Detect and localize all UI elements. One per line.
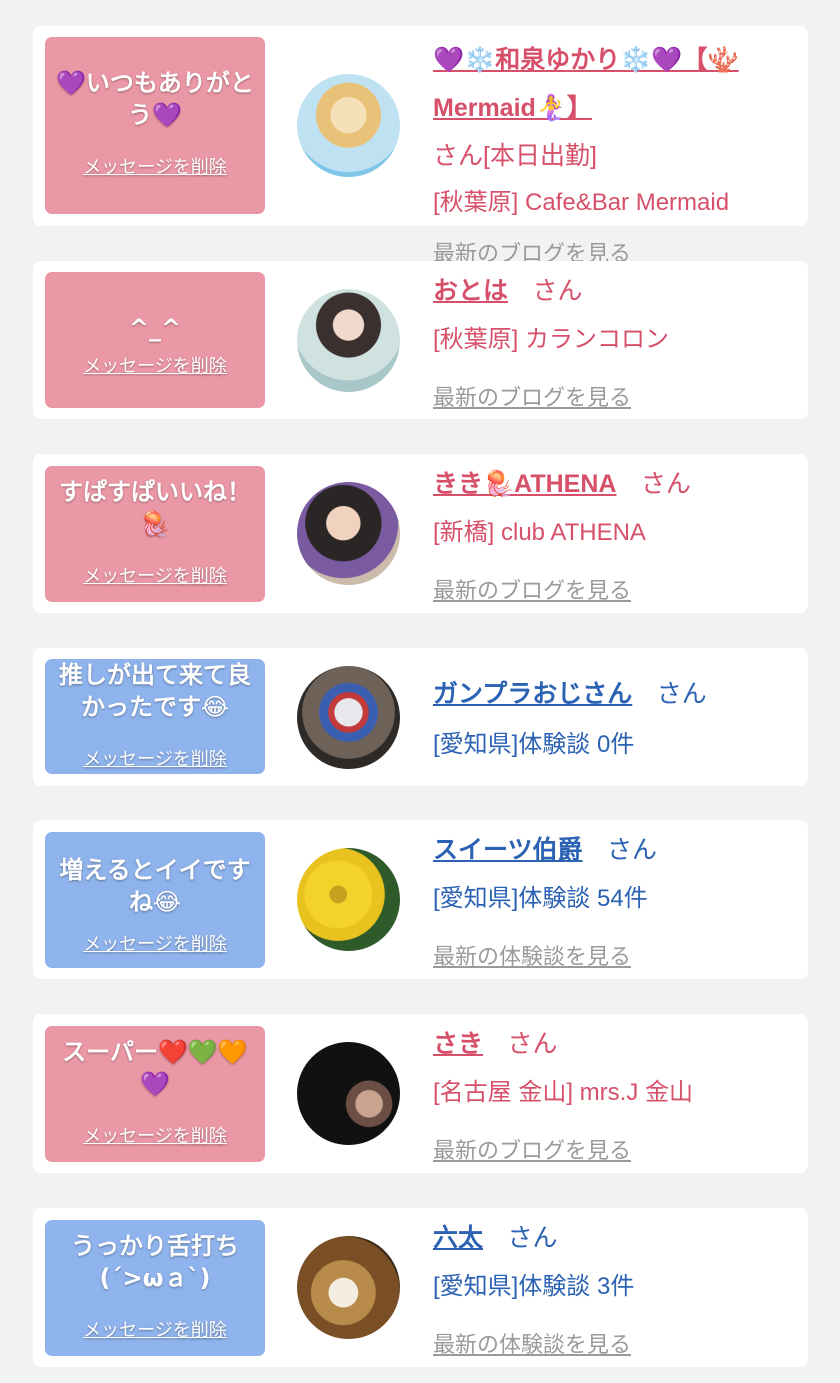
message-text: ^_^ [128,314,182,342]
honorific: さん [532,277,583,305]
message-bubble: 推しが出て来て良かったです😂 メッセージを削除 [45,659,265,774]
avatar[interactable] [297,482,400,585]
user-name-link[interactable]: ガンプラおじさん [433,680,632,708]
user-name-link[interactable]: きき🪼ATHENA [433,470,616,498]
delete-message-link[interactable]: メッセージを削除 [45,745,265,771]
honorific: さん [606,836,657,864]
message-card: スーパー❤️💚🧡💜 メッセージを削除 さき さん [名古屋 金山] mrs.J … [33,1014,808,1173]
avatar[interactable] [297,289,400,392]
delete-message-link[interactable]: メッセージを削除 [45,562,265,588]
honorific: さん [640,470,691,498]
shop-name: [愛知県]体験談 0件 [433,731,635,758]
honorific: さん [507,1224,558,1252]
delete-message-link[interactable]: メッセージを削除 [45,1316,265,1342]
message-bubble: 💜いつもありがとう💜 メッセージを削除 [45,37,265,214]
avatar[interactable] [297,848,400,951]
message-card: 増えるとイイですね😂 メッセージを削除 スイーツ伯爵 さん [愛知県]体験談 5… [33,820,808,979]
user-name-link[interactable]: さき [433,1030,483,1058]
honorific: さん[本日出勤] [433,142,597,170]
delete-message-link[interactable]: メッセージを削除 [45,1122,265,1148]
message-card: すぱすぱいいね！🪼 メッセージを削除 きき🪼ATHENA さん [新橋] clu… [33,454,808,613]
message-card: 推しが出て来て良かったです😂 メッセージを削除 ガンプラおじさん さん [愛知県… [33,648,808,786]
message-text: うっかり舌打ち(´>ωａ`) [71,1232,239,1292]
shop-name: [愛知県]体験談 3件 [433,1273,635,1300]
message-card: 💜いつもありがとう💜 メッセージを削除 💜❄️和泉ゆかり❄️💜【🪸Mermaid… [33,26,808,266]
avatar[interactable] [297,1236,400,1339]
user-name-link[interactable]: おとは [433,277,508,305]
message-card: うっかり舌打ち(´>ωａ`) メッセージを削除 六太 さん [愛知県]体験談 3… [33,1208,808,1367]
shop-name: [秋葉原] カランコロン [433,326,670,353]
shop-name: [名古屋 金山] mrs.J 金山 [433,1079,693,1106]
shop-name: [秋葉原] Cafe&Bar Mermaid [433,189,730,216]
message-text: 💜いつもありがとう💜 [56,69,254,129]
honorific: さん [656,680,707,708]
message-bubble: ^_^ メッセージを削除 [45,272,265,408]
message-text: すぱすぱいいね！🪼 [59,478,251,538]
avatar[interactable] [297,74,400,177]
view-latest-link[interactable]: 最新のブログを見る [433,380,798,412]
view-latest-link[interactable]: 最新の体験談を見る [433,1327,798,1359]
user-name-link[interactable]: 💜❄️和泉ゆかり❄️💜【🪸Mermaid🧜‍♀️】 [433,46,739,122]
message-text: 増えるとイイですね😂 [59,856,251,916]
avatar[interactable] [297,666,400,769]
delete-message-link[interactable]: メッセージを削除 [45,153,265,179]
shop-name: [新橋] club ATHENA [433,519,646,546]
message-bubble: 増えるとイイですね😂 メッセージを削除 [45,832,265,968]
message-bubble: すぱすぱいいね！🪼 メッセージを削除 [45,466,265,602]
view-latest-link[interactable]: 最新のブログを見る [433,1133,798,1165]
message-text: スーパー❤️💚🧡💜 [62,1038,248,1098]
honorific: さん [507,1030,558,1058]
message-bubble: うっかり舌打ち(´>ωａ`) メッセージを削除 [45,1220,265,1356]
view-latest-link[interactable]: 最新の体験談を見る [433,939,798,971]
message-text: 推しが出て来て良かったです😂 [59,661,251,721]
view-latest-link[interactable]: 最新のブログを見る [433,573,798,605]
delete-message-link[interactable]: メッセージを削除 [45,930,265,956]
user-name-link[interactable]: 六太 [433,1224,483,1252]
shop-name: [愛知県]体験談 54件 [433,885,648,912]
user-name-link[interactable]: スイーツ伯爵 [433,836,583,864]
delete-message-link[interactable]: メッセージを削除 [45,352,265,378]
message-bubble: スーパー❤️💚🧡💜 メッセージを削除 [45,1026,265,1162]
message-card: ^_^ メッセージを削除 おとは さん [秋葉原] カランコロン 最新のブログを… [33,261,808,419]
avatar[interactable] [297,1042,400,1145]
